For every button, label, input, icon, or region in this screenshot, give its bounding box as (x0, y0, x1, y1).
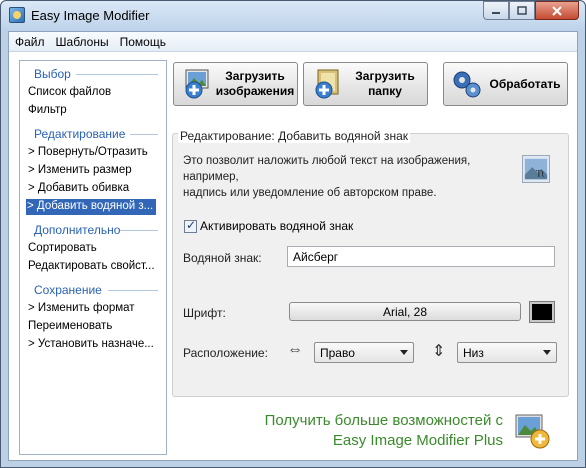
close-icon (552, 5, 562, 16)
sidebar-item-file-list[interactable]: Список файлов (27, 85, 159, 101)
gears-icon (453, 71, 481, 98)
sidebar-item-rotate[interactable]: > Повернуть/Отразить (27, 145, 159, 161)
load-folder-button[interactable]: Загрузить папку (303, 62, 428, 106)
font-button[interactable]: Arial, 28 (289, 302, 521, 321)
sidebar-item-filter[interactable]: Фильтр (27, 103, 159, 119)
activate-watermark-checkbox[interactable] (184, 218, 197, 233)
font-color-button[interactable] (529, 301, 555, 323)
svg-text:Tt: Tt (536, 169, 545, 179)
group-title: Редактирование: Добавить водяной знак (178, 129, 410, 143)
sidebar-item-edit-properties[interactable]: Редактировать свойст... (27, 259, 159, 275)
sidebar-section-editing: Редактирование (20, 126, 166, 142)
close-button[interactable] (535, 1, 579, 20)
sidebar-section-additional: Дополнительно (20, 222, 166, 238)
sidebar-item-change-format[interactable]: > Изменить формат (27, 301, 159, 317)
load-folder-label: Загрузить папку (355, 69, 415, 98)
load-images-label: Загрузить изображения (215, 69, 295, 98)
position-label: Расположение: (183, 346, 268, 360)
app-icon[interactable] (9, 7, 25, 23)
menu-help[interactable]: Помощь (114, 32, 171, 51)
window-title: Easy Image Modifier (31, 8, 150, 23)
sidebar-section-saving: Сохранение (20, 282, 166, 298)
title-bar[interactable]: Easy Image Modifier (1, 1, 585, 31)
sidebar-item-add-watermark[interactable]: > Добавить водяной з... (26, 199, 156, 215)
chevron-down-icon (400, 350, 408, 355)
add-folder-icon (315, 69, 339, 99)
watermark-text-input[interactable] (287, 246, 555, 267)
maximize-icon (517, 6, 527, 15)
sidebar-item-set-destination[interactable]: > Установить назначе... (27, 337, 159, 353)
sidebar-item-add-padding[interactable]: > Добавить обивка (27, 181, 159, 197)
watermark-icon: Tt (522, 155, 550, 183)
activate-watermark-label[interactable]: Активировать водяной знак (200, 219, 353, 233)
process-label: Обработать (489, 77, 561, 91)
chevron-down-icon (543, 350, 551, 355)
sidebar: Выбор Список файлов Фильтр Редактировани… (19, 60, 167, 455)
maximize-button[interactable] (509, 1, 535, 20)
minimize-icon (492, 11, 500, 14)
load-images-button[interactable]: Загрузить изображения (173, 62, 298, 106)
vertical-position-select[interactable]: Низ (457, 342, 557, 363)
font-label: Шрифт: (183, 306, 226, 320)
left-right-arrow-icon: ⇔ (287, 341, 303, 358)
sidebar-item-resize[interactable]: > Изменить размер (27, 163, 159, 179)
menu-templates[interactable]: Шаблоны (50, 32, 114, 51)
watermark-text-label: Водяной знак: (183, 251, 262, 265)
upgrade-promo-link[interactable]: Получить больше возможностей с Easy Imag… (241, 411, 503, 451)
up-down-arrow-icon: ⇕ (432, 343, 446, 360)
minimize-button[interactable] (483, 1, 509, 20)
sidebar-item-rename[interactable]: Переименовать (27, 319, 159, 335)
horizontal-position-select[interactable]: Право (314, 342, 414, 363)
process-button[interactable]: Обработать (443, 62, 568, 106)
sidebar-item-sort[interactable]: Сортировать (27, 241, 159, 257)
menu-file[interactable]: Файл (9, 32, 50, 51)
panel-description: Это позволит наложить любой текст на изо… (183, 155, 471, 199)
sidebar-section-select: Выбор (20, 66, 166, 82)
menu-bar: Файл Шаблоны Помощь (9, 32, 577, 52)
add-images-icon (185, 69, 209, 99)
upgrade-promo-icon[interactable] (512, 411, 552, 451)
window-controls (483, 1, 579, 20)
app-window: Easy Image Modifier Файл Шаблоны Помощь … (0, 0, 586, 468)
